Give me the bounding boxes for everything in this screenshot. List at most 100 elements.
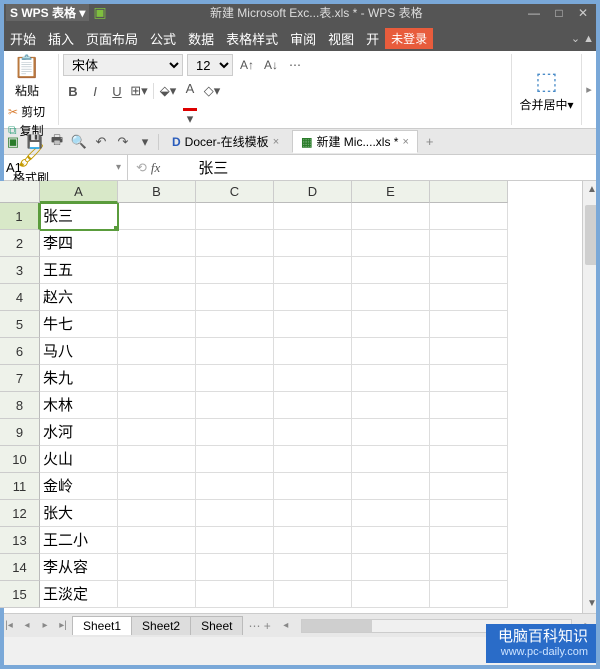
cell[interactable]: 李从容 [40, 554, 118, 581]
menu-formula[interactable]: 公式 [144, 29, 182, 48]
qat-redo-icon[interactable]: ↷ [114, 134, 132, 150]
cell[interactable] [352, 230, 430, 257]
cell[interactable] [352, 203, 430, 230]
cell[interactable]: 朱九 [40, 365, 118, 392]
sheet-tab-2[interactable]: Sheet2 [131, 616, 191, 635]
select-all-corner[interactable] [0, 181, 40, 203]
maximize-button[interactable]: □ [549, 6, 568, 20]
sheet-nav-next[interactable]: ▸ [36, 620, 54, 631]
cell[interactable] [196, 419, 274, 446]
cell[interactable] [352, 554, 430, 581]
cell[interactable] [196, 473, 274, 500]
cell[interactable] [430, 446, 508, 473]
cell[interactable] [118, 581, 196, 608]
col-header-C[interactable]: C [196, 181, 274, 203]
cell[interactable]: 王二小 [40, 527, 118, 554]
row-header-5[interactable]: 5 [0, 311, 40, 338]
cell[interactable] [196, 230, 274, 257]
cell[interactable] [118, 284, 196, 311]
cell[interactable] [274, 203, 352, 230]
cell[interactable] [118, 446, 196, 473]
cell[interactable]: 王淡定 [40, 581, 118, 608]
font-size-select[interactable]: 12 [187, 54, 233, 76]
italic-button[interactable]: I [85, 80, 105, 102]
paste-button[interactable]: 📋 粘贴 [8, 54, 46, 99]
hscroll-left[interactable]: ◂ [277, 620, 295, 631]
ribbon-more[interactable]: ▸ [582, 54, 596, 125]
cell[interactable] [196, 311, 274, 338]
cell[interactable] [352, 365, 430, 392]
cell[interactable] [118, 500, 196, 527]
row-header-9[interactable]: 9 [0, 419, 40, 446]
font-settings-button[interactable]: ⋯ [285, 54, 305, 76]
cell[interactable] [430, 419, 508, 446]
col-header-E[interactable]: E [352, 181, 430, 203]
cell[interactable]: 李四 [40, 230, 118, 257]
underline-button[interactable]: U [107, 80, 127, 102]
font-color-button[interactable]: A▾ [180, 80, 200, 102]
cell[interactable] [430, 203, 508, 230]
cell[interactable] [352, 581, 430, 608]
cell[interactable] [430, 527, 508, 554]
qat-new-icon[interactable]: ▣ [4, 134, 22, 150]
name-box[interactable]: A1 ▾ [0, 155, 128, 180]
col-header-B[interactable]: B [118, 181, 196, 203]
cell[interactable] [274, 338, 352, 365]
chevron-down-icon[interactable]: ▾ [116, 162, 121, 173]
cell[interactable] [430, 500, 508, 527]
qat-save-icon[interactable]: 💾 [26, 134, 44, 150]
cell[interactable] [196, 500, 274, 527]
cell[interactable] [430, 554, 508, 581]
sheet-nav-first[interactable]: |◂ [0, 620, 18, 631]
cell[interactable] [274, 500, 352, 527]
menu-dev[interactable]: 开 [360, 29, 385, 48]
cell[interactable] [196, 284, 274, 311]
cell[interactable]: 马八 [40, 338, 118, 365]
menu-insert[interactable]: 插入 [42, 29, 80, 48]
hscroll-thumb[interactable] [302, 620, 372, 632]
row-header-12[interactable]: 12 [0, 500, 40, 527]
row-header-8[interactable]: 8 [0, 392, 40, 419]
doc-tab-docer[interactable]: D Docer-在线模板 × [163, 130, 288, 153]
cell[interactable] [118, 365, 196, 392]
cut-button[interactable]: ✂剪切 [8, 103, 54, 120]
close-button[interactable]: ✕ [572, 6, 594, 20]
cell[interactable] [196, 203, 274, 230]
cell[interactable] [196, 365, 274, 392]
cell[interactable]: 王五 [40, 257, 118, 284]
row-header-13[interactable]: 13 [0, 527, 40, 554]
cell[interactable] [274, 527, 352, 554]
cell[interactable]: 张大 [40, 500, 118, 527]
cell[interactable] [430, 473, 508, 500]
cell[interactable] [430, 365, 508, 392]
col-header-next[interactable] [430, 181, 508, 203]
cell[interactable] [196, 257, 274, 284]
cell[interactable] [274, 257, 352, 284]
cell[interactable] [118, 230, 196, 257]
menu-review[interactable]: 审阅 [284, 29, 322, 48]
cell[interactable] [196, 392, 274, 419]
cell[interactable] [430, 311, 508, 338]
cell[interactable] [118, 257, 196, 284]
cell[interactable] [430, 338, 508, 365]
cell[interactable] [118, 338, 196, 365]
fill-color-button[interactable]: ⬙▾ [158, 80, 178, 102]
cell[interactable]: 火山 [40, 446, 118, 473]
cell[interactable] [118, 554, 196, 581]
cell[interactable] [352, 338, 430, 365]
cell[interactable] [274, 581, 352, 608]
fx-icon[interactable]: fx [151, 160, 160, 176]
formula-cancel-icon[interactable]: ⟲ [136, 160, 147, 176]
cell[interactable] [196, 581, 274, 608]
cell[interactable] [352, 257, 430, 284]
row-header-2[interactable]: 2 [0, 230, 40, 257]
cell[interactable] [430, 284, 508, 311]
menu-page-layout[interactable]: 页面布局 [80, 29, 144, 48]
row-header-10[interactable]: 10 [0, 446, 40, 473]
sheet-nav-last[interactable]: ▸| [54, 620, 72, 631]
cell[interactable] [196, 446, 274, 473]
cell[interactable] [118, 203, 196, 230]
cell[interactable]: 水河 [40, 419, 118, 446]
cell[interactable] [352, 392, 430, 419]
cell[interactable] [274, 392, 352, 419]
